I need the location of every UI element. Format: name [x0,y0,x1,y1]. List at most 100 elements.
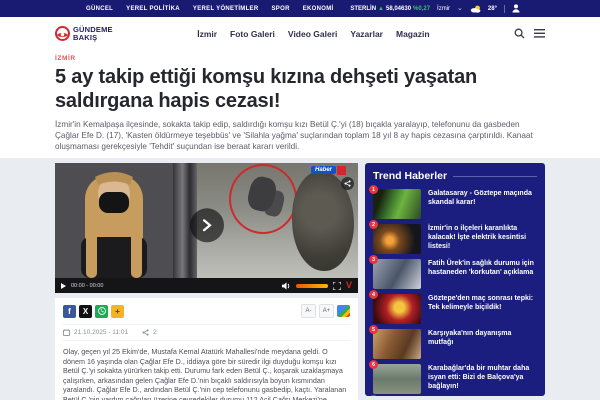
nav-izmir[interactable]: İzmir [197,29,217,39]
site-logo[interactable]: GÜNDEME BAKIŞ [55,26,113,41]
topbar: GÜNCEL YEREL POLİTİKA YEREL YÖNETİMLER S… [0,0,600,17]
trend-thumbnail: 3 [369,255,421,289]
facebook-share-button[interactable]: f [63,304,76,318]
trend-divider [453,175,537,177]
trend-item-4[interactable]: 4 Göztepe'den maç sonrası tepki: Tek kel… [369,290,537,324]
nav-yazarlar[interactable]: Yazarlar [350,29,383,39]
user-icon[interactable] [512,4,520,13]
trend-item-title: Karabağlar'da bir muhtar daha isyan etti… [428,365,530,390]
currency-ticker[interactable]: STERLİN ▲ 58,04630 %0,27 [350,6,430,12]
trend-item-title: İzmir'in o ilçeleri karanlıkta kalacak! … [428,225,527,250]
trend-item-title: Galatasaray - Göztepe maçında skandal ka… [428,190,532,206]
share-count: 2 [153,329,157,336]
trend-item-title: Fatih Ürek'in sağlık durumu için hastane… [428,260,534,276]
article-title: 5 ay takip ettiği komşu kızına dehşeti y… [55,66,478,112]
nav-foto-galeri[interactable]: Foto Galeri [230,29,275,39]
ticker-value: 58,04630 [386,5,412,12]
topbar-link-yerel-yonetimler[interactable]: YEREL YÖNETİMLER [193,6,259,12]
article-lead: İzmir'in Kemalpaşa ilçesinde, sokakta ta… [55,120,533,151]
watermark-flag [337,166,346,175]
main-nav: İzmir Foto Galeri Video Galeri Yazarlar … [197,29,429,39]
logo-text: GÜNDEME BAKIŞ [73,25,113,42]
trend-item-title: Göztepe'den maç sonrası tepki: Tek kelim… [428,295,534,311]
trend-title: Trend Haberler [373,170,448,182]
article-meta: 21.10.2025 - 11:01 2 [63,324,350,341]
player-brand-logo: V [345,280,352,290]
video-share-button[interactable] [341,177,354,190]
rank-badge: 4 [369,290,378,299]
font-decrease-button[interactable]: A- [301,304,316,318]
calendar-icon [63,329,70,336]
weather-cloud-icon [470,5,481,13]
x-share-button[interactable]: X [79,304,92,318]
control-play-icon[interactable] [61,282,66,289]
trend-item-6[interactable]: 6 Karabağlar'da bir muhtar daha isyan et… [369,360,537,394]
trend-thumbnail: 6 [369,360,421,394]
topbar-divider [504,4,505,13]
trend-thumbnail: 1 [369,185,421,219]
trend-item-5[interactable]: 5 Karşıyaka'nın dayanışma mutfağı [369,325,537,359]
article-body-text: Olay, geçen yıl 25 Ekim'de, Mustafa Kema… [63,347,347,400]
share-toolbar: f X + A- A+ [63,304,350,318]
site-header: GÜNDEME BAKIŞ İzmir Foto Galeri Video Ga… [0,17,600,50]
rank-badge: 7 [369,395,378,396]
trend-item-1[interactable]: 1 Galatasaray - Göztepe maçında skandal … [369,185,537,219]
play-button[interactable] [189,208,224,243]
article-body-card: f X + A- A+ 21.10.2025 - 11:01 2 Olay, g… [55,298,358,400]
page: GÜNCEL YEREL POLİTİKA YEREL YÖNETİMLER S… [0,0,600,400]
ticker-change: %0,27 [413,5,431,12]
topbar-link-guncel[interactable]: GÜNCEL [86,6,113,12]
trend-header: Trend Haberler [373,170,537,182]
topbar-menu: GÜNCEL YEREL POLİTİKA YEREL YÖNETİMLER S… [86,6,334,12]
volume-slider[interactable] [295,283,328,288]
nav-video-galeri[interactable]: Video Galeri [288,29,337,39]
video-time: 00:00 - 00:00 [71,282,104,289]
topbar-link-yerel-politika[interactable]: YEREL POLİTİKA [126,6,180,12]
logo-eye-icon [55,26,70,41]
content-columns: Haber 00:00 - 00:00 V f X + A- A+ 21.10.… [0,158,600,400]
trend-item-title: Karşıyaka'nın dayanışma mutfağı [428,330,512,346]
trend-thumbnail: 2 [369,220,421,254]
article-header: İZMİR 5 ay takip ettiği komşu kızına deh… [0,50,600,158]
topbar-link-spor[interactable]: SPOR [272,6,290,12]
more-share-button[interactable]: + [111,304,124,318]
temperature-value: 28° [487,5,497,12]
search-icon[interactable] [514,28,525,39]
category-label[interactable]: İZMİR [55,55,545,62]
rank-badge: 6 [369,360,378,369]
rank-badge: 2 [369,220,378,229]
google-news-icon[interactable] [337,305,350,317]
trend-thumbnail: 5 [369,325,421,359]
ticker-label: STERLİN [350,5,377,12]
video-player[interactable]: Haber 00:00 - 00:00 V [55,163,358,293]
menu-burger-icon[interactable] [533,29,545,38]
trend-item-2[interactable]: 2 İzmir'in o ilçeleri karanlıkta kalacak… [369,220,537,254]
ticker-up-icon: ▲ [378,5,384,12]
whatsapp-icon [97,307,106,315]
video-controls: 00:00 - 00:00 V [55,278,358,293]
highlight-circle [229,164,297,234]
font-increase-button[interactable]: A+ [319,304,334,318]
rank-badge: 3 [369,255,378,264]
rank-badge: 5 [369,325,378,334]
trend-haberler-panel: Trend Haberler 1 Galatasaray - Göztepe m… [365,163,545,396]
topbar-link-ekonomi[interactable]: EKONOMİ [303,6,334,12]
victim-photo [55,163,173,278]
share-nodes-icon [344,180,351,187]
broadcaster-watermark: Haber [310,166,336,174]
header-actions [514,28,545,39]
article-main-column: Haber 00:00 - 00:00 V f X + A- A+ 21.10.… [55,163,358,400]
trend-thumbnail: 4 [369,290,421,324]
nav-magazin[interactable]: Magazin [396,29,430,39]
trend-item-3[interactable]: 3 Fatih Ürek'in sağlık durumu için hasta… [369,255,537,289]
volume-icon[interactable] [281,281,291,290]
topbar-info: STERLİN ▲ 58,04630 %0,27 İzmir ⌄ 28° [350,4,520,13]
whatsapp-share-button[interactable] [95,304,108,318]
chevron-down-icon[interactable]: ⌄ [457,5,463,12]
fullscreen-icon[interactable] [332,281,341,290]
publish-date: 21.10.2025 - 11:01 [74,329,129,336]
city-selector[interactable]: İzmir [437,6,450,12]
share-count-icon [142,329,149,336]
rank-badge: 1 [369,185,378,194]
play-chevron-icon [202,219,212,232]
